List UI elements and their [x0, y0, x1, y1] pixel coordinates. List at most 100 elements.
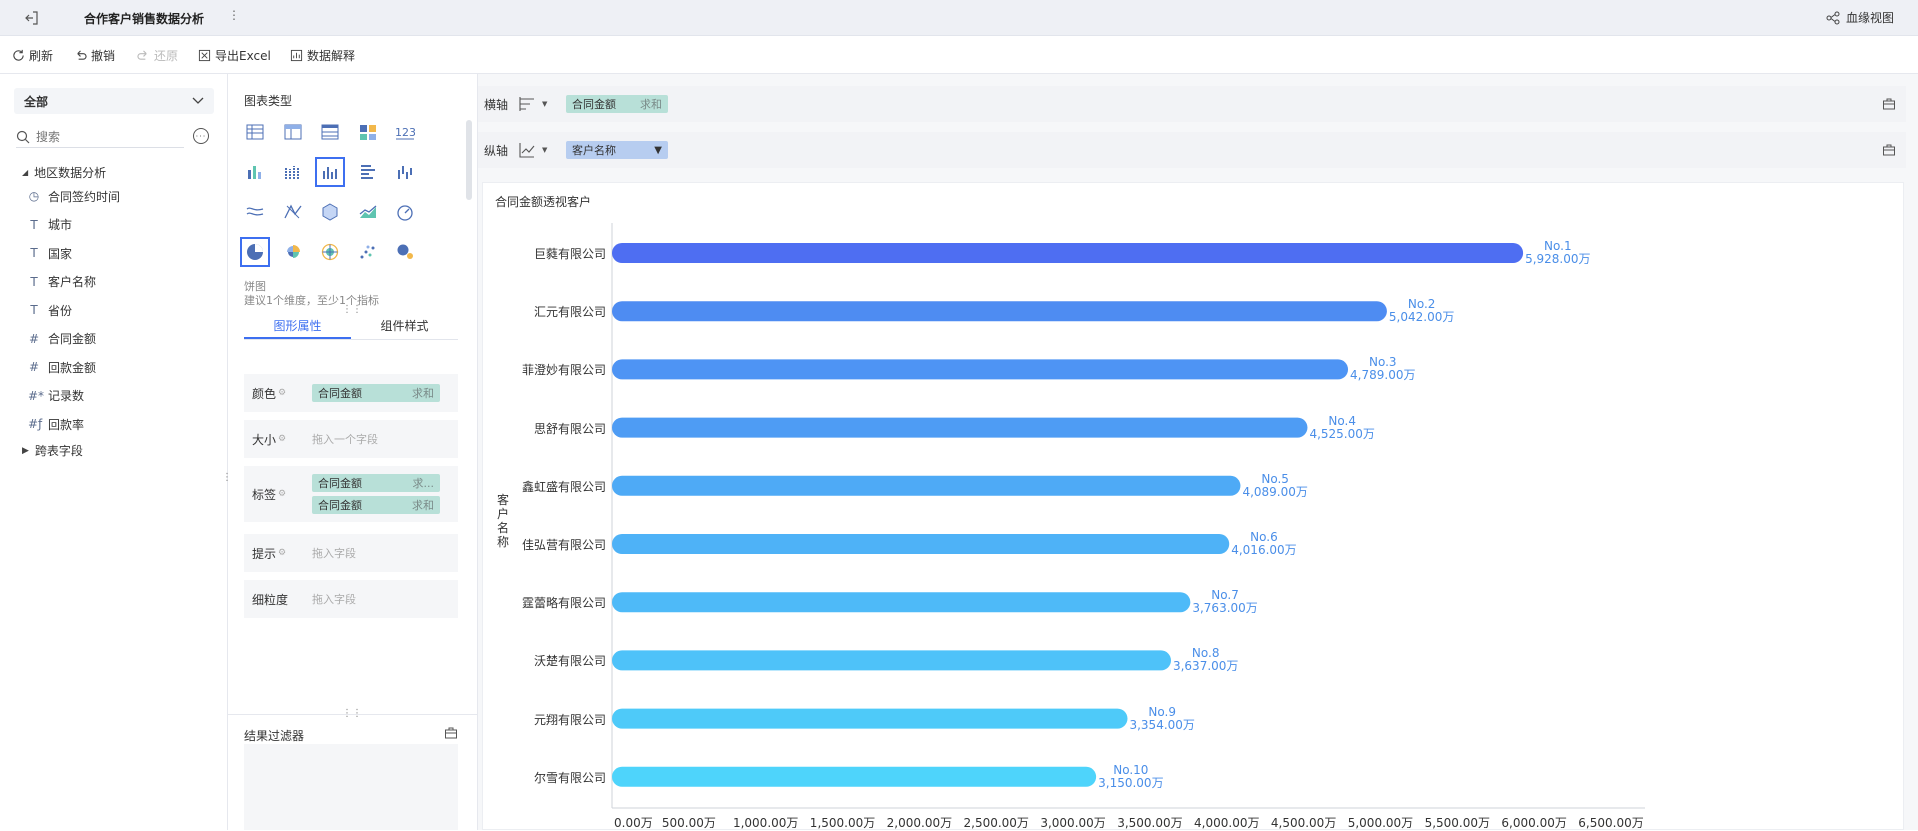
table-icon[interactable] — [244, 121, 266, 143]
group-cross-table[interactable]: ▶ 跨表字段 — [22, 442, 83, 459]
search-icon — [16, 130, 30, 143]
number-type-icon: # — [28, 331, 40, 346]
field-item[interactable]: T 城市 — [28, 215, 72, 235]
data-explain-icon — [290, 49, 303, 62]
redo-button[interactable]: 还原 — [137, 47, 178, 64]
tab-component-style[interactable]: 组件样式 — [351, 314, 458, 339]
bar[interactable] — [612, 475, 1241, 496]
detail-table-icon[interactable] — [319, 121, 341, 143]
stacked-column-icon[interactable] — [244, 161, 266, 183]
x-axis-shelf: 横轴 ▼ 合同金额 求和 — [478, 86, 1906, 122]
title-bar: 合作客户销售数据分析 ⋮ 血缘视图 — [0, 0, 1918, 36]
tab-graphic-props[interactable]: 图形属性 — [244, 314, 351, 339]
group-region-analysis[interactable]: ◢ 地区数据分析 — [22, 164, 106, 181]
horizontal-bar-icon[interactable] — [357, 161, 379, 183]
collapse-icon[interactable] — [22, 9, 40, 27]
size-label: 大小 — [252, 432, 277, 447]
bar[interactable] — [612, 534, 1230, 554]
number-type-icon: #ƒ — [28, 417, 43, 431]
radar-icon[interactable] — [319, 201, 341, 223]
result-filter-drop-area[interactable] — [244, 744, 458, 830]
waterfall-icon[interactable] — [394, 161, 416, 183]
prop-size-label: 大小 ⚙ — [244, 431, 312, 448]
number-icon[interactable]: 123 — [394, 121, 416, 143]
field-item[interactable]: # 回款金额 — [28, 357, 96, 377]
pill-agg: 求和 — [412, 387, 434, 400]
refresh-button[interactable]: 刷新 — [12, 47, 53, 64]
more-icon[interactable]: ⋮ — [228, 8, 240, 22]
filter-icon[interactable]: ▼ — [654, 145, 662, 156]
x-tick-label: 1,500.00万 — [809, 816, 876, 830]
color-field-pill[interactable]: 合同金额 求和 — [312, 384, 440, 402]
data-explain-button[interactable]: 数据解释 — [290, 47, 355, 64]
size-drop-zone[interactable]: 拖入一个字段 — [312, 431, 378, 447]
bar[interactable] — [612, 243, 1524, 263]
field-item[interactable]: #* 记录数 — [28, 386, 84, 406]
toolbox-icon[interactable] — [1882, 97, 1896, 111]
more-options-icon[interactable]: ··· — [193, 128, 209, 144]
y-axis-shelf: 纵轴 ▼ 客户名称 ▼ — [478, 132, 1906, 168]
x-axis-field-pill[interactable]: 合同金额 求和 — [566, 95, 668, 113]
rose-chart-icon[interactable] — [282, 241, 304, 263]
toolbar: 刷新 撤销 还原 导出Excel 数据解释 — [0, 36, 1918, 74]
field-item[interactable]: T 省份 — [28, 300, 72, 320]
field-label: 合同签约时间 — [48, 189, 121, 204]
bar[interactable] — [612, 417, 1308, 438]
tag-field-pill[interactable]: 合同金额 求... — [312, 474, 440, 492]
bar[interactable] — [612, 359, 1349, 380]
field-item[interactable]: T 客户名称 — [28, 272, 96, 292]
tag-field-pill[interactable]: 合同金额 求和 — [312, 496, 440, 514]
refresh-label: 刷新 — [29, 49, 54, 63]
divider — [228, 714, 478, 715]
field-label: 国家 — [48, 246, 73, 261]
y-axis-type-icon[interactable]: ▼ — [518, 141, 562, 159]
undo-button[interactable]: 撤销 — [74, 47, 115, 64]
kpi-card-icon[interactable] — [357, 121, 379, 143]
bar[interactable] — [612, 708, 1128, 729]
cross-table-icon[interactable] — [282, 121, 304, 143]
chevron-down-icon — [192, 97, 204, 104]
bar[interactable] — [612, 301, 1387, 322]
gear-icon[interactable]: ⚙ — [278, 548, 286, 558]
scrollbar[interactable] — [466, 120, 472, 200]
map-icon[interactable] — [319, 241, 341, 263]
line-chart-icon[interactable] — [244, 201, 266, 223]
text-type-icon: T — [30, 303, 38, 317]
export-excel-button[interactable]: 导出Excel — [198, 47, 271, 64]
y-axis-field-pill[interactable]: 客户名称 ▼ — [566, 141, 668, 159]
group-label: 跨表字段 — [34, 444, 83, 458]
pill-field: 合同金额 — [318, 387, 362, 400]
text-type-icon: T — [30, 246, 38, 260]
bar[interactable] — [612, 592, 1191, 613]
pie-chart-icon[interactable] — [240, 237, 270, 267]
grouped-column-icon[interactable] — [282, 161, 304, 183]
scope-select[interactable]: 全部 — [14, 88, 214, 114]
bubble-icon[interactable] — [394, 241, 416, 263]
gauge-icon[interactable] — [394, 201, 416, 223]
field-item[interactable]: # 合同金额 — [28, 329, 96, 349]
search-input[interactable] — [36, 129, 176, 144]
area-chart-icon[interactable] — [357, 201, 379, 223]
lineage-view-button[interactable]: 血缘视图 — [1826, 9, 1894, 26]
field-item[interactable]: ◷ 合同签约时间 — [28, 186, 120, 206]
gear-icon[interactable]: ⚙ — [278, 434, 286, 444]
field-item[interactable]: #ƒ 回款率 — [28, 414, 84, 434]
field-item[interactable]: T 国家 — [28, 243, 72, 263]
gear-icon[interactable]: ⚙ — [278, 388, 286, 398]
gear-icon[interactable]: ⚙ — [278, 489, 286, 499]
x-tick-label: 6,500.00万 — [1578, 816, 1644, 830]
number-type-icon: # — [28, 360, 40, 374]
x-axis-type-icon[interactable]: ▼ — [518, 95, 562, 113]
toolbox-icon[interactable] — [444, 726, 458, 740]
grain-drop-zone[interactable]: 拖入字段 — [312, 591, 356, 607]
toolbox-icon[interactable] — [1882, 143, 1896, 157]
scatter-plot-icon[interactable] — [357, 241, 379, 263]
bar-chart-icon[interactable] — [315, 157, 345, 187]
tag-pills: 合同金额 求... 合同金额 求和 — [312, 474, 440, 514]
number-type-icon: #* — [28, 388, 45, 403]
bar[interactable] — [612, 766, 1097, 787]
scatter-line-icon[interactable] — [282, 201, 304, 223]
tip-drop-zone[interactable]: 拖入字段 — [312, 545, 356, 561]
color-label: 颜色 — [252, 386, 277, 401]
bar[interactable] — [612, 650, 1171, 671]
